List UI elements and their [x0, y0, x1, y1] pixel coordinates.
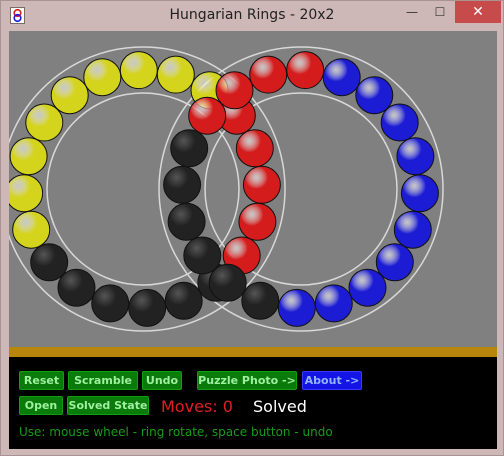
right-ring-ball[interactable]: [249, 55, 288, 94]
left-ring-ball[interactable]: [91, 284, 130, 323]
left-ring-ball[interactable]: [83, 58, 122, 97]
right-ring-ball[interactable]: [348, 268, 387, 307]
usage-hint: Use: mouse wheel - ring rotate, space bu…: [19, 425, 333, 439]
right-ring-ball[interactable]: [396, 137, 435, 176]
minimize-button[interactable]: —: [399, 1, 425, 23]
client-area: Reset Scramble Undo Puzzle Photo -> Abou…: [0, 31, 497, 449]
close-button[interactable]: ✕: [455, 1, 501, 23]
scramble-button[interactable]: Scramble: [68, 371, 138, 390]
undo-button[interactable]: Undo: [142, 371, 182, 390]
moves-label: Moves:: [161, 397, 218, 416]
open-button[interactable]: Open: [19, 396, 63, 415]
control-panel: Reset Scramble Undo Puzzle Photo -> Abou…: [9, 357, 497, 449]
right-ring-ball[interactable]: [322, 58, 361, 97]
left-ring-ball[interactable]: [238, 202, 277, 241]
puzzle-photo-button[interactable]: Puzzle Photo ->: [197, 371, 297, 390]
puzzle-canvas[interactable]: [0, 31, 497, 347]
puzzle-board[interactable]: [0, 31, 497, 347]
right-ring-ball[interactable]: [393, 210, 432, 249]
right-ring-ball[interactable]: [241, 281, 280, 320]
moves-counter: Moves: 0: [161, 397, 233, 416]
left-ring-ball[interactable]: [12, 210, 51, 249]
right-ring-ball[interactable]: [286, 51, 325, 90]
left-ring-ball[interactable]: [235, 129, 274, 168]
left-ring-ball[interactable]: [164, 281, 203, 320]
app-window: Hungarian Rings - 20x2 — ☐ ✕ Reset Scram…: [0, 0, 504, 456]
left-ring-ball[interactable]: [242, 165, 281, 204]
panel-divider: [9, 347, 497, 357]
about-button[interactable]: About ->: [302, 371, 362, 390]
right-ring-ball[interactable]: [183, 236, 222, 275]
left-ring-ball[interactable]: [156, 55, 195, 94]
right-ring-ball[interactable]: [215, 71, 254, 110]
left-ring-ball[interactable]: [119, 51, 158, 90]
reset-button[interactable]: Reset: [19, 371, 64, 390]
solved-status: Solved: [253, 397, 307, 416]
left-ring-ball[interactable]: [30, 243, 69, 282]
title-bar[interactable]: Hungarian Rings - 20x2 — ☐ ✕: [1, 1, 503, 31]
right-ring-ball[interactable]: [400, 174, 439, 213]
maximize-button[interactable]: ☐: [427, 1, 453, 23]
right-ring-ball[interactable]: [163, 165, 202, 204]
right-ring-ball[interactable]: [277, 288, 316, 327]
left-ring-ball[interactable]: [128, 288, 167, 327]
right-ring-ball[interactable]: [167, 202, 206, 241]
right-ring-ball[interactable]: [380, 103, 419, 142]
right-ring-ball[interactable]: [170, 129, 209, 168]
left-ring-ball[interactable]: [9, 137, 48, 176]
left-ring-ball[interactable]: [5, 174, 44, 213]
solved-state-button[interactable]: Solved State: [67, 396, 149, 415]
left-ring-ball[interactable]: [50, 76, 89, 115]
right-ring-ball[interactable]: [314, 284, 353, 323]
moves-value: 0: [222, 397, 233, 416]
